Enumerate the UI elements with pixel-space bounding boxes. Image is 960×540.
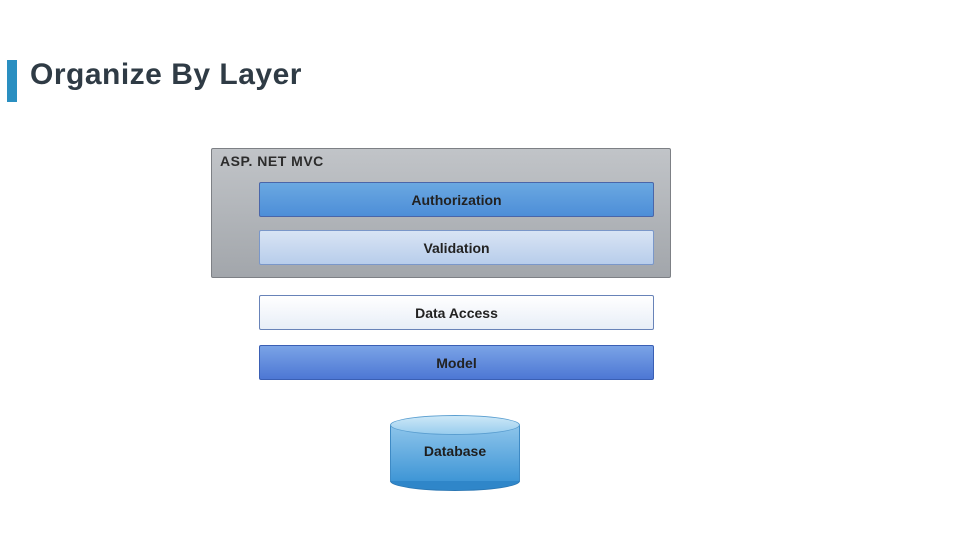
- layer-model: Model: [259, 345, 654, 380]
- database-cylinder: Database: [390, 415, 520, 491]
- layer-label: Validation: [423, 240, 489, 256]
- database-label: Database: [390, 443, 520, 459]
- layer-label: Data Access: [415, 305, 498, 321]
- layer-label: Authorization: [411, 192, 501, 208]
- mvc-container-label: ASP. NET MVC: [220, 153, 324, 169]
- slide-title: Organize By Layer: [30, 58, 302, 92]
- layer-validation: Validation: [259, 230, 654, 265]
- layer-data-access: Data Access: [259, 295, 654, 330]
- layer-authorization: Authorization: [259, 182, 654, 217]
- layer-label: Model: [436, 355, 476, 371]
- title-accent-bar: [7, 60, 17, 102]
- database-cylinder-top: [390, 415, 520, 435]
